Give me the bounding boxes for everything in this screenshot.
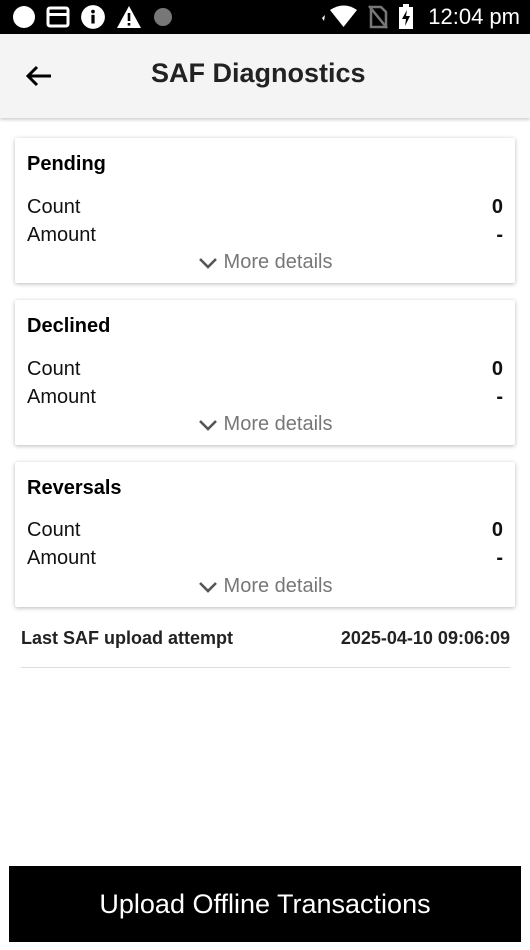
count-label: Count [27, 518, 81, 541]
count-label: Count [27, 195, 81, 218]
warning-icon [117, 6, 141, 28]
count-value: 0 [491, 357, 503, 380]
count-value: 0 [491, 195, 503, 218]
reversals-card: Reversals Count 0 Amount - More details [15, 462, 515, 607]
amount-row: Amount - [27, 385, 503, 409]
card-title: Reversals [27, 477, 122, 499]
count-value: 0 [491, 518, 503, 541]
status-bar-right: 12:04 pm [320, 4, 520, 30]
amount-label: Amount [27, 385, 96, 408]
arrow-left-icon [25, 65, 51, 87]
count-row: Count 0 [27, 518, 503, 542]
status-time: 12:04 pm [428, 4, 520, 29]
amount-label: Amount [27, 223, 96, 246]
chevron-down-icon [198, 419, 217, 431]
card-title: Pending [27, 153, 106, 175]
count-label: Count [27, 357, 81, 380]
last-upload-label: Last SAF upload attempt [21, 628, 234, 648]
info-icon [81, 5, 105, 29]
declined-card: Declined Count 0 Amount - More details [15, 300, 515, 445]
status-bar-left [12, 4, 174, 30]
status-bar: 12:04 pm [0, 0, 530, 34]
amount-value: - [496, 385, 503, 408]
amount-row: Amount - [27, 223, 503, 247]
more-details-button[interactable]: More details [15, 251, 515, 274]
pending-card: Pending Count 0 Amount - More details [15, 138, 515, 283]
count-row: Count 0 [27, 357, 503, 381]
more-details-label: More details [223, 413, 333, 435]
upload-offline-transactions-button[interactable]: Upload Offline Transactions [9, 866, 521, 942]
wifi-icon [322, 5, 358, 27]
last-upload-row: Last SAF upload attempt 2025-04-10 09:06… [21, 628, 510, 668]
last-upload-value: 2025-04-10 09:06:09 [340, 628, 510, 648]
more-details-label: More details [223, 575, 333, 597]
amount-row: Amount - [27, 546, 503, 570]
card-title: Declined [27, 315, 111, 337]
circle-icon [13, 6, 35, 28]
amount-label: Amount [27, 546, 96, 569]
chevron-down-icon [198, 581, 217, 593]
amount-value: - [496, 546, 503, 569]
battery-charging-icon [399, 4, 414, 29]
more-details-label: More details [223, 251, 333, 273]
chevron-down-icon [198, 257, 217, 269]
amount-value: - [496, 223, 503, 246]
card-icon [46, 6, 70, 28]
page-title: SAF Diagnostics [151, 58, 366, 88]
app-bar: SAF Diagnostics [0, 34, 530, 118]
back-button[interactable] [22, 60, 56, 92]
more-details-button[interactable]: More details [15, 575, 515, 598]
more-details-button[interactable]: More details [15, 413, 515, 436]
count-row: Count 0 [27, 195, 503, 219]
no-sim-icon [368, 5, 389, 29]
dot-icon [154, 8, 172, 26]
